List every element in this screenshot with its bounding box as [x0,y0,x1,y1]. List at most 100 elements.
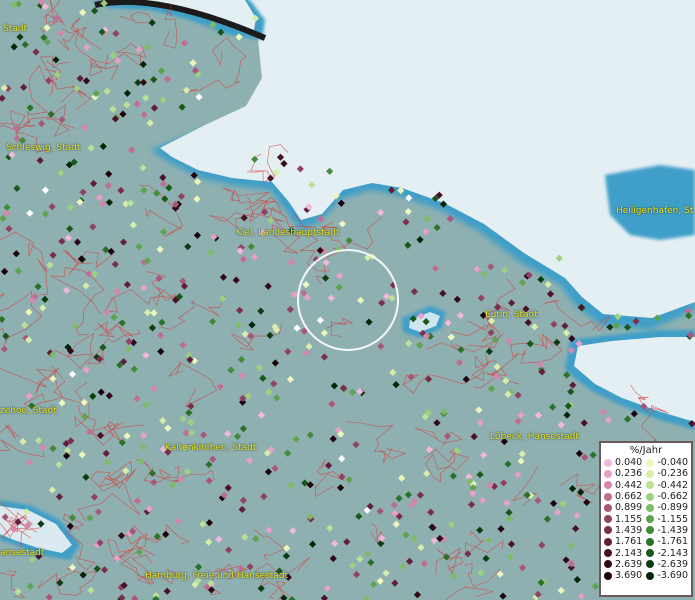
measurement-marker [102,449,110,457]
measurement-marker [66,225,74,233]
measurement-marker [133,497,142,505]
measurement-marker [557,586,565,595]
measurement-marker [444,319,452,327]
measurement-marker [24,521,32,529]
measurement-marker [293,324,301,332]
legend-item: 0.236 [604,468,644,479]
measurement-marker [326,524,334,532]
measurement-marker [443,432,452,440]
legend-swatch [646,492,655,501]
measurement-marker [81,412,89,421]
measurement-marker [113,554,121,563]
measurement-marker [573,512,581,520]
legend-swatch [646,481,655,490]
measurement-marker [159,417,167,425]
measurement-marker [250,253,259,261]
measurement-marker [591,582,600,590]
measurement-marker [562,556,570,564]
place-label: Heiligenhafen, St [616,206,694,216]
measurement-marker [475,406,483,414]
measurement-marker [217,28,225,36]
map-view[interactable]: Stadt Schleswig, Stadt Kiel, Landeshaupt… [0,0,695,600]
measurement-marker [139,60,147,68]
measurement-marker [34,436,43,445]
measurement-marker [517,411,525,419]
measurement-marker [199,520,207,528]
legend-label: -0.899 [657,502,688,514]
legend-swatch [604,571,612,580]
measurement-marker [422,228,430,236]
measurement-marker [146,119,154,127]
measurement-marker [447,333,455,341]
measurement-marker [159,173,167,182]
place-label: zehoe, Stadt [0,406,57,416]
measurement-marker [447,520,456,529]
measurement-marker [487,329,495,337]
measurement-marker [518,564,527,572]
measurement-marker [133,395,141,403]
measurement-marker [255,364,264,372]
measurement-marker [247,243,255,251]
measurement-marker [431,264,440,272]
measurement-marker [10,525,18,533]
measurement-marker [417,312,425,320]
measurement-marker [104,182,112,190]
measurement-marker [388,294,396,302]
measurement-marker [150,384,158,393]
measurement-marker [284,348,292,356]
legend-swatch [646,469,655,478]
measurement-marker [114,56,122,65]
measurement-marker [219,295,227,303]
measurement-marker [378,299,386,307]
measurement-marker [534,497,542,505]
measurement-marker [205,477,213,485]
measurement-marker [153,532,161,541]
measurement-marker [491,336,499,344]
measurement-marker [128,146,136,154]
measurement-marker [251,14,260,22]
measurement-marker [562,329,571,337]
measurement-marker [78,451,86,459]
measurement-marker [455,359,464,367]
legend-label: 1.761 [615,536,643,548]
measurement-marker [352,441,360,449]
measurement-marker [559,500,567,508]
measurement-marker [282,552,290,560]
measurement-marker [324,461,333,470]
legend-label: -2.639 [657,558,688,570]
measurement-marker [68,563,76,572]
measurement-marker [168,481,176,489]
measurement-marker [322,258,330,267]
measurement-marker [142,351,150,359]
measurement-marker [320,594,328,600]
measurement-marker [129,221,137,229]
measurement-marker [64,447,72,455]
measurement-marker [139,78,148,87]
measurement-marker [537,275,545,284]
legend-swatch [646,537,655,546]
measurement-marker [462,375,470,383]
measurement-marker [25,458,34,466]
measurement-marker [150,104,159,112]
measurement-marker [107,247,115,256]
measurement-marker [248,321,256,329]
measurement-marker [367,558,375,567]
measurement-marker [177,475,185,483]
measurement-marker [484,536,493,544]
measurement-marker [352,570,361,579]
measurement-marker [139,443,147,451]
measurement-marker [13,134,21,143]
measurement-marker [159,228,168,236]
measurement-marker [241,330,249,338]
measurement-marker [332,192,340,200]
measurement-marker [238,505,246,514]
measurement-marker [62,286,71,294]
measurement-marker [561,322,569,330]
measurement-marker [555,254,563,262]
measurement-marker [422,318,430,326]
legend-label: 0.442 [615,479,643,491]
measurement-marker [264,468,273,476]
legend-label: -1.439 [657,524,688,536]
measurement-marker [13,184,21,192]
measurement-marker [52,56,60,64]
